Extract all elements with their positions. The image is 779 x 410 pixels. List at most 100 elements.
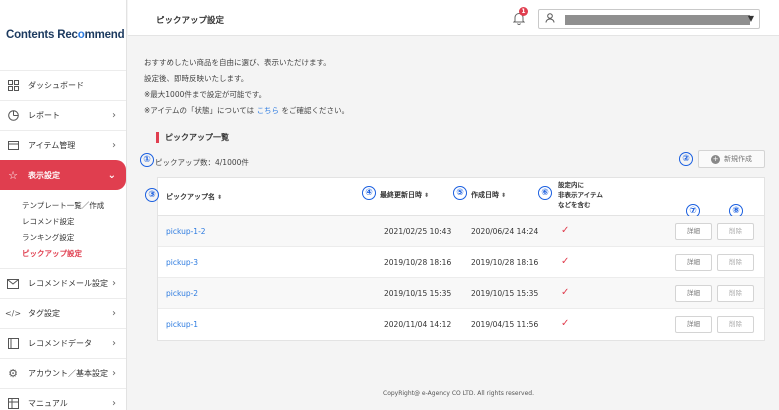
- created-at: 2020/06/24 14:24: [471, 227, 539, 236]
- updated-at: 2020/11/04 14:12: [384, 320, 452, 329]
- annotation-marker-3: ③: [145, 188, 159, 202]
- column-header-label: 非表示アイテム: [558, 191, 603, 199]
- detail-button[interactable]: 詳細: [675, 254, 712, 271]
- sidebar-item-label: タグ設定: [28, 309, 60, 318]
- chevron-right-icon: ›: [112, 368, 116, 379]
- created-at: 2019/10/28 18:16: [471, 258, 539, 267]
- description-line: ※アイテムの「状態」については こちら をご確認ください。: [144, 103, 349, 119]
- check-icon: ✓: [561, 318, 570, 329]
- subnav-item-ranking[interactable]: ランキング設定: [22, 230, 126, 246]
- annotation-marker-5: ⑤: [453, 186, 467, 200]
- updated-at: 2021/02/25 10:43: [384, 227, 452, 236]
- caret-down-icon: ▼: [747, 14, 754, 23]
- detail-button[interactable]: 詳細: [675, 223, 712, 240]
- new-create-label: 新規作成: [724, 155, 752, 163]
- logo[interactable]: Contents Rec o mmend: [0, 0, 126, 70]
- check-icon: ✓: [561, 287, 570, 298]
- column-header-label: 作成日時: [471, 191, 499, 199]
- delete-button[interactable]: 削除: [717, 223, 754, 240]
- detail-button[interactable]: 詳細: [675, 316, 712, 333]
- annotation-marker-4: ④: [362, 186, 376, 200]
- section-title: ピックアップ一覧: [156, 132, 229, 143]
- pickup-name-link[interactable]: pickup-2: [166, 289, 198, 298]
- sidebar-item-manual[interactable]: マニュアル ›: [0, 388, 126, 410]
- description: おすすめしたい商品を自由に選び、表示いただけます。 設定後、即時反映いたします。…: [144, 55, 349, 119]
- detail-button[interactable]: 詳細: [675, 285, 712, 302]
- chevron-right-icon: ›: [112, 110, 116, 121]
- table-row: pickup-3 2019/10/28 18:16 2019/10/28 18:…: [158, 247, 764, 278]
- item-icon: [6, 139, 20, 153]
- annotation-marker-1: ①: [140, 153, 154, 167]
- sort-icon: ⬍: [424, 192, 430, 199]
- star-icon: ☆: [8, 169, 18, 182]
- created-at: 2019/04/15 11:56: [471, 320, 539, 329]
- description-line: おすすめしたい商品を自由に選び、表示いただけます。: [144, 58, 331, 67]
- sidebar-item-label: レコメンドメール設定: [28, 279, 108, 288]
- sidebar-item-items[interactable]: アイテム管理 ›: [0, 130, 126, 160]
- new-create-button[interactable]: + 新規作成: [698, 150, 765, 168]
- sort-icon: ⬍: [217, 194, 223, 201]
- annotation-marker-2: ②: [679, 152, 693, 166]
- status-help-link[interactable]: こちら: [257, 106, 280, 115]
- pickup-name-link[interactable]: pickup-1-2: [166, 227, 206, 236]
- main-content: おすすめしたい商品を自由に選び、表示いただけます。 設定後、即時反映いたします。…: [128, 37, 779, 410]
- delete-button[interactable]: 削除: [717, 254, 754, 271]
- description-line: ※最大1000件まで設定が可能です。: [144, 90, 267, 99]
- sort-icon: ⬍: [501, 192, 507, 199]
- column-header-hidden-items: 設定内に 非表示アイテム などを含む: [558, 180, 603, 210]
- table-row: pickup-2 2019/10/15 15:35 2019/10/15 15:…: [158, 278, 764, 309]
- table-header: ③ ピックアップ名 ⬍ ④ 最終更新日時 ⬍ ⑤ 作成日時 ⬍ ⑥ 設定内に 非表示ア…: [145, 178, 764, 218]
- column-header-label: 設定内に: [558, 181, 584, 189]
- sidebar-item-label: レポート: [28, 111, 60, 120]
- top-header: ピックアップ設定 1 ▼: [128, 0, 779, 36]
- column-header-created[interactable]: 作成日時 ⬍: [471, 190, 506, 200]
- account-select[interactable]: ▼: [538, 9, 760, 29]
- dashboard-icon: [6, 79, 20, 93]
- page-title: ピックアップ設定: [156, 16, 225, 26]
- sidebar-item-dashboard[interactable]: ダッシュボード: [0, 70, 126, 100]
- report-icon: [6, 109, 20, 123]
- logo-text-1: Contents Rec: [6, 29, 78, 41]
- sidebar: Contents Rec o mmend ダッシュボード レポート › アイテム管理…: [0, 0, 127, 410]
- footer-copyright: CopyRight@ e-Agency CO LTD. All rights r…: [383, 390, 534, 397]
- chevron-right-icon: ›: [112, 398, 116, 409]
- sidebar-subnav: テンプレート一覧／作成 レコメンド設定 ランキング設定 ピックアップ設定: [0, 190, 126, 268]
- subnav-item-recommend[interactable]: レコメンド設定: [22, 214, 126, 230]
- table-row: pickup-1 2020/11/04 14:12 2019/04/15 11:…: [158, 309, 764, 340]
- pickup-table: ③ ピックアップ名 ⬍ ④ 最終更新日時 ⬍ ⑤ 作成日時 ⬍ ⑥ 設定内に 非表示ア…: [145, 177, 765, 341]
- chevron-down-icon: ⌄: [107, 170, 116, 181]
- user-icon: [545, 13, 555, 26]
- mail-icon: [6, 277, 20, 291]
- sidebar-item-recommend-mail[interactable]: レコメンドメール設定 ›: [0, 268, 126, 298]
- sidebar-item-label: 表示設定: [28, 171, 60, 180]
- pickup-count: ピックアップ数：4/1000件: [155, 158, 249, 167]
- column-header-updated[interactable]: 最終更新日時 ⬍: [380, 190, 429, 200]
- data-icon: [6, 337, 20, 351]
- sidebar-item-label: アカウント／基本設定: [28, 369, 108, 378]
- sidebar-item-tag-settings[interactable]: </> タグ設定 ›: [0, 298, 126, 328]
- code-icon: </>: [4, 309, 22, 318]
- sidebar-item-label: ダッシュボード: [28, 81, 84, 90]
- annotation-marker-6: ⑥: [538, 186, 552, 200]
- sidebar-item-report[interactable]: レポート ›: [0, 100, 126, 130]
- sidebar-item-display-settings[interactable]: ☆ 表示設定 ⌄: [0, 160, 126, 190]
- description-text: ※アイテムの「状態」については: [144, 106, 255, 115]
- subnav-item-pickup[interactable]: ピックアップ設定: [22, 246, 126, 262]
- chevron-right-icon: ›: [112, 140, 116, 151]
- logo-text-2: o: [77, 29, 85, 41]
- chevron-right-icon: ›: [112, 338, 116, 349]
- chevron-right-icon: ›: [112, 308, 116, 319]
- updated-at: 2019/10/15 15:35: [384, 289, 452, 298]
- pickup-name-link[interactable]: pickup-3: [166, 258, 198, 267]
- delete-button[interactable]: 削除: [717, 316, 754, 333]
- sidebar-item-recommend-data[interactable]: レコメンドデータ ›: [0, 328, 126, 358]
- sidebar-item-account[interactable]: ⚙ アカウント／基本設定 ›: [0, 358, 126, 388]
- column-header-name[interactable]: ピックアップ名 ⬍: [166, 192, 222, 202]
- subnav-item-templates[interactable]: テンプレート一覧／作成: [22, 198, 126, 214]
- pickup-name-link[interactable]: pickup-1: [166, 320, 198, 329]
- sidebar-item-label: レコメンドデータ: [28, 339, 92, 348]
- manual-icon: [6, 397, 20, 410]
- table-body: pickup-1-2 2021/02/25 10:43 2020/06/24 1…: [158, 216, 764, 340]
- delete-button[interactable]: 削除: [717, 285, 754, 302]
- sidebar-item-label: アイテム管理: [28, 141, 76, 150]
